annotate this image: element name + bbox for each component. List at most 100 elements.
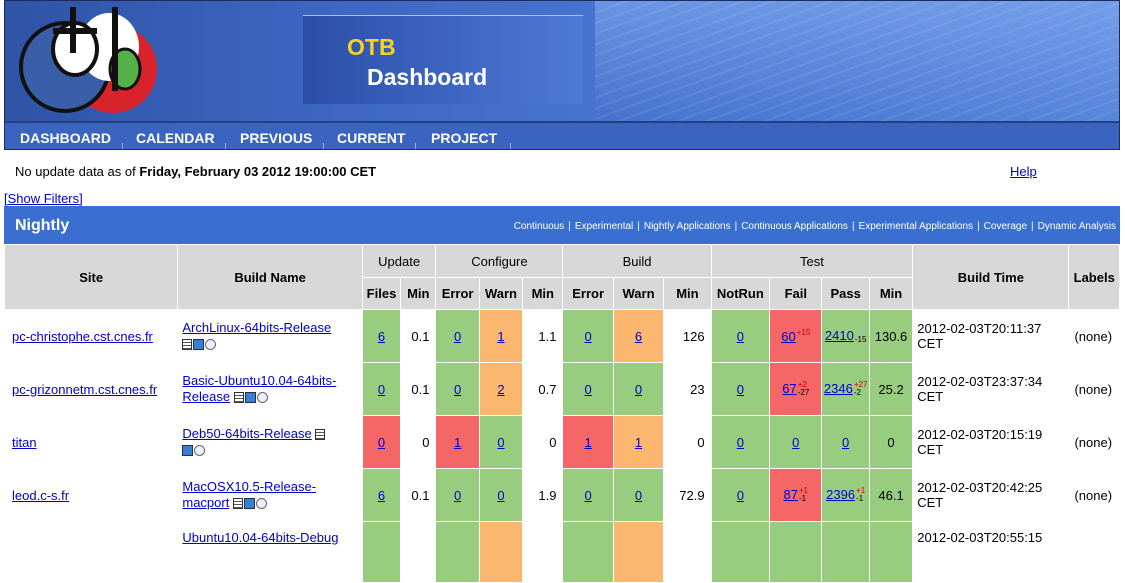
configure-warn-link[interactable]: 0	[497, 488, 504, 503]
notes-icon[interactable]	[182, 339, 193, 351]
build-error-link[interactable]: 0	[585, 329, 592, 344]
test-fail-link[interactable]: 67	[782, 381, 796, 396]
header-configure-error[interactable]: Error	[435, 277, 480, 310]
nav-divider	[122, 143, 123, 149]
header-configure-warn[interactable]: Warn	[478, 277, 524, 310]
site-link[interactable]: titan	[12, 435, 37, 450]
build-time: 2012-02-03T20:15:19	[917, 427, 1043, 442]
configure-warn-link[interactable]: 1	[497, 329, 504, 344]
notes-icon[interactable]	[232, 498, 243, 510]
test-pass-link[interactable]: 2410	[825, 328, 854, 343]
nav-divider	[225, 143, 226, 149]
labels-cell: (none)	[1068, 309, 1120, 363]
test-fail-link[interactable]: 87	[783, 487, 797, 502]
fail-delta-up: +15	[796, 327, 811, 337]
header-build-min[interactable]: Min	[663, 277, 712, 310]
build-name-link[interactable]: ArchLinux-64bits-Release	[182, 320, 331, 335]
search-icon[interactable]	[255, 498, 267, 510]
build-warn-link[interactable]: 0	[635, 488, 642, 503]
configure-warn-link[interactable]: 2	[497, 382, 504, 397]
link-nightly-applications[interactable]: Nightly Applications	[644, 221, 731, 232]
nav-dashboard[interactable]: DASHBOARD	[20, 130, 111, 146]
build-time-tz: CET	[917, 336, 944, 351]
header-test-notrun[interactable]: NotRun	[710, 277, 771, 310]
build-warn-link[interactable]: 1	[635, 435, 642, 450]
build-name-link[interactable]: Ubuntu10.04-64bits-Debug	[182, 530, 338, 545]
header-configure-min[interactable]: Min	[522, 277, 564, 310]
header-build-time[interactable]: Build Time	[912, 244, 1070, 310]
build-min: 126	[663, 309, 712, 363]
search-icon[interactable]	[256, 392, 268, 404]
configure-error-link[interactable]: 1	[454, 435, 461, 450]
nav-current[interactable]: CURRENT	[337, 130, 405, 146]
nav-project[interactable]: PROJECT	[431, 130, 497, 146]
update-icon[interactable]	[243, 498, 255, 510]
search-icon[interactable]	[194, 445, 206, 457]
builds-table: Site Build Name Update Configure Build T…	[3, 244, 1120, 583]
test-pass-link[interactable]: 2396	[826, 487, 855, 502]
search-icon[interactable]	[205, 339, 217, 351]
build-warn-link[interactable]: 0	[635, 382, 642, 397]
notes-icon[interactable]	[315, 428, 326, 440]
configure-warn-link[interactable]: 0	[497, 435, 504, 450]
configure-min: 1.9	[522, 468, 564, 522]
build-error-link[interactable]: 0	[585, 382, 592, 397]
update-icon[interactable]	[244, 392, 256, 404]
header-build-name[interactable]: Build Name	[177, 244, 363, 310]
header-build-error[interactable]: Error	[562, 277, 614, 310]
header-update-files[interactable]: Files	[361, 277, 402, 310]
header-build-warn[interactable]: Warn	[612, 277, 665, 310]
test-pass-link[interactable]: 0	[842, 435, 849, 450]
update-files-link[interactable]: 0	[378, 435, 385, 450]
update-files-link[interactable]: 6	[378, 329, 385, 344]
update-icon[interactable]	[193, 339, 205, 351]
link-experimental-applications[interactable]: Experimental Applications	[859, 221, 974, 232]
table-row: leod.c-s.fr MacOSX10.5-Release-macport 6…	[3, 468, 1120, 522]
test-fail-link[interactable]: 0	[792, 435, 799, 450]
title-box: OTB Dashboard	[303, 15, 583, 104]
update-files-link[interactable]: 0	[378, 382, 385, 397]
test-notrun-link[interactable]: 0	[737, 329, 744, 344]
header-site[interactable]: Site	[3, 244, 179, 310]
header-test-fail[interactable]: Fail	[769, 277, 823, 310]
link-experimental[interactable]: Experimental	[575, 221, 633, 232]
nav-previous[interactable]: PREVIOUS	[240, 130, 312, 146]
header-test-pass[interactable]: Pass	[821, 277, 870, 310]
site-link[interactable]: leod.c-s.fr	[12, 488, 69, 503]
labels-cell: (none)	[1068, 468, 1120, 522]
update-files-link[interactable]: 6	[378, 488, 385, 503]
build-error-link[interactable]: 0	[585, 488, 592, 503]
configure-error-link[interactable]: 0	[454, 329, 461, 344]
test-pass-link[interactable]: 2346	[824, 381, 853, 396]
configure-error-link[interactable]: 0	[454, 488, 461, 503]
build-name-link[interactable]: Deb50-64bits-Release	[182, 426, 311, 441]
header-configure: Configure	[435, 244, 564, 278]
link-continuous[interactable]: Continuous	[514, 221, 565, 232]
test-notrun-link[interactable]: 0	[737, 435, 744, 450]
update-icon[interactable]	[182, 445, 194, 457]
link-dynamic-analysis[interactable]: Dynamic Analysis	[1038, 221, 1116, 232]
build-time-tz: CET	[917, 389, 944, 404]
site-link[interactable]: pc-grizonnetm.cst.cnes.fr	[12, 382, 157, 397]
help-link[interactable]: Help	[1010, 164, 1037, 179]
header-build: Build	[562, 244, 712, 278]
configure-error-link[interactable]: 0	[454, 382, 461, 397]
header-test-min[interactable]: Min	[868, 277, 914, 310]
show-filters-link[interactable]: [Show Filters]	[4, 191, 83, 206]
build-time-tz: CET	[917, 495, 944, 510]
site-link[interactable]: pc-christophe.cst.cnes.fr	[12, 329, 153, 344]
notes-icon[interactable]	[233, 392, 244, 404]
pass-delta-down: -1	[856, 494, 864, 503]
header-update-min[interactable]: Min	[400, 277, 437, 310]
table-row: pc-grizonnetm.cst.cnes.fr Basic-Ubuntu10…	[3, 362, 1120, 416]
build-warn-link[interactable]: 6	[635, 329, 642, 344]
build-error-link[interactable]: 1	[585, 435, 592, 450]
link-continuous-applications[interactable]: Continuous Applications	[741, 221, 848, 232]
test-notrun-link[interactable]: 0	[737, 382, 744, 397]
test-notrun-link[interactable]: 0	[737, 488, 744, 503]
link-separator: |	[1031, 221, 1034, 232]
nav-calendar[interactable]: CALENDAR	[136, 130, 215, 146]
otb-logo-icon	[19, 7, 157, 113]
test-fail-link[interactable]: 60	[781, 329, 795, 344]
link-coverage[interactable]: Coverage	[984, 221, 1027, 232]
